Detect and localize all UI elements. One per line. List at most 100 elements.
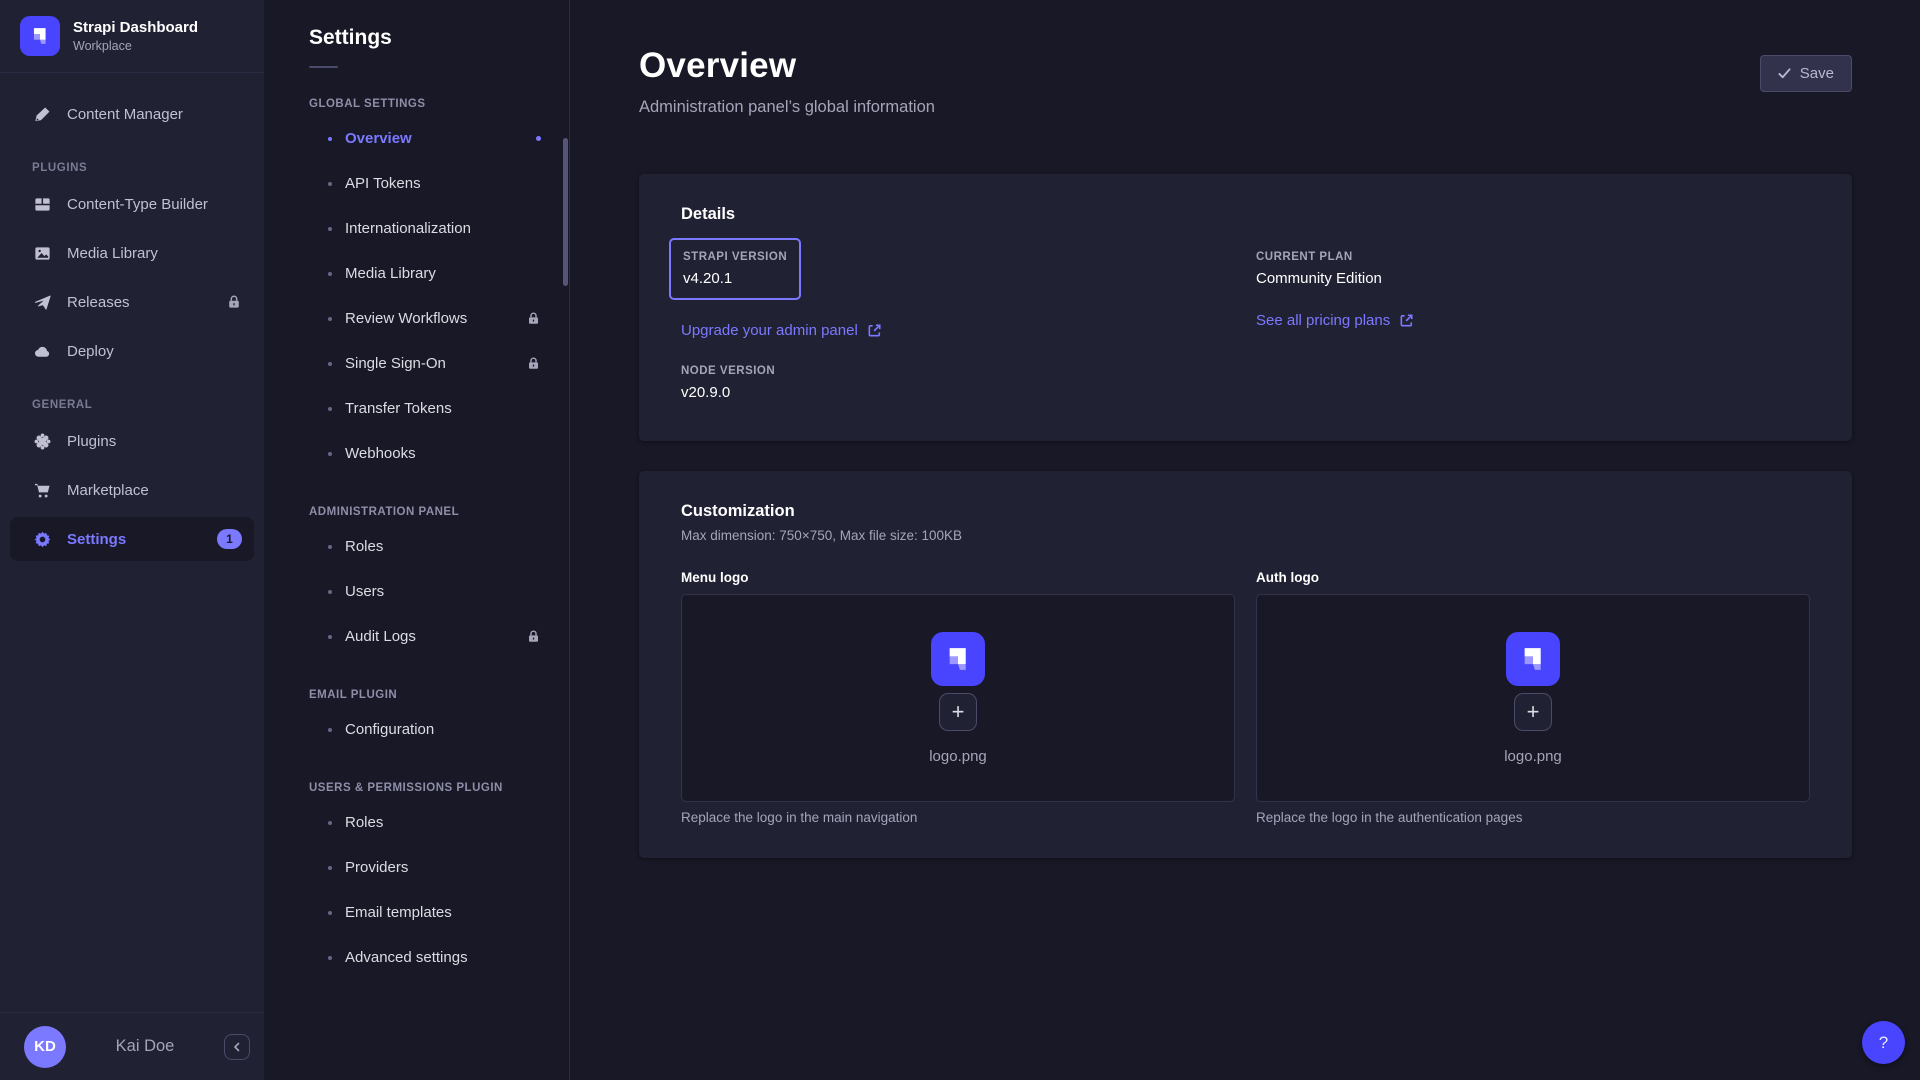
subnav-item-label: Transfer Tokens <box>345 400 541 417</box>
subnav-item-transfer-tokens[interactable]: Transfer Tokens <box>264 386 569 431</box>
strapi-logo-glyph <box>27 23 53 49</box>
bullet-icon <box>328 407 332 411</box>
sidebar-item-label: Content Manager <box>67 106 242 123</box>
auth-logo-upload-area[interactable]: + logo.png <box>1256 594 1810 802</box>
menu-logo-file-name: logo.png <box>929 748 987 765</box>
menu-logo-add-button[interactable]: + <box>939 693 977 731</box>
upgrade-link-label: Upgrade your admin panel <box>681 322 858 339</box>
workspace-brand[interactable]: Strapi Dashboard Workplace <box>0 0 264 72</box>
sidebar-item-content-manager[interactable]: Content Manager <box>10 92 254 136</box>
subnav-item-configuration[interactable]: Configuration <box>264 707 569 752</box>
current-plan-value: Community Edition <box>1256 270 1810 287</box>
subnav-item-webhooks[interactable]: Webhooks <box>264 431 569 476</box>
subnav-item-api-tokens[interactable]: API Tokens <box>264 161 569 206</box>
sidebar-item-label: Content-Type Builder <box>67 196 242 213</box>
subnav-item-label: Overview <box>345 130 536 147</box>
lock-icon <box>526 356 541 371</box>
subnav-item-providers[interactable]: Providers <box>264 845 569 890</box>
subnav-item-label: Advanced settings <box>345 949 541 966</box>
bullet-icon <box>328 182 332 186</box>
subnav-item-email-templates[interactable]: Email templates <box>264 890 569 935</box>
bullet-icon <box>328 227 332 231</box>
subnav-item-label: Roles <box>345 814 541 831</box>
subnav-item-internationalization[interactable]: Internationalization <box>264 206 569 251</box>
subnav-item-admin-roles[interactable]: Roles <box>264 524 569 569</box>
subnav-item-label: Media Library <box>345 265 541 282</box>
subnav-item-label: Review Workflows <box>345 310 526 327</box>
brand-subtitle: Workplace <box>73 39 198 53</box>
sidebar-item-releases[interactable]: Releases <box>10 280 254 324</box>
media-library-icon <box>32 243 52 263</box>
sidebar-item-marketplace[interactable]: Marketplace <box>10 468 254 512</box>
sidebar-section-header-general: GENERAL <box>32 399 264 411</box>
strapi-version-highlight-box: STRAPI VERSION v4.20.1 <box>669 238 801 300</box>
strapi-logo-icon <box>1506 632 1560 686</box>
settings-subnav: Settings GLOBAL SETTINGS Overview API To… <box>264 0 570 1080</box>
subnav-item-label: Configuration <box>345 721 541 738</box>
bullet-icon <box>328 545 332 549</box>
strapi-logo-icon <box>931 632 985 686</box>
subnav-item-review-workflows[interactable]: Review Workflows <box>264 296 569 341</box>
content-type-builder-icon <box>32 194 52 214</box>
subnav-item-audit-logs[interactable]: Audit Logs <box>264 614 569 659</box>
subnav-item-label: Providers <box>345 859 541 876</box>
deploy-cloud-icon <box>32 341 52 361</box>
subnav-section-administration-panel: ADMINISTRATION PANEL <box>309 506 569 518</box>
subnav-item-advanced-settings[interactable]: Advanced settings <box>264 935 569 980</box>
bullet-icon <box>328 362 332 366</box>
node-version-label: NODE VERSION <box>681 365 1256 377</box>
subnav-scrollbar-thumb[interactable] <box>563 138 568 286</box>
subnav-item-label: Roles <box>345 538 541 555</box>
subnav-section-email-plugin: EMAIL PLUGIN <box>309 689 569 701</box>
plus-icon: + <box>1527 701 1540 723</box>
user-avatar[interactable]: KD <box>24 1026 66 1068</box>
details-card: Details STRAPI VERSION v4.20.1 Upgrade y… <box>639 174 1852 441</box>
overview-notification-dot-icon <box>536 136 541 141</box>
question-mark-icon: ? <box>1879 1033 1888 1053</box>
bullet-icon <box>328 590 332 594</box>
sidebar-item-content-type-builder[interactable]: Content-Type Builder <box>10 182 254 226</box>
auth-logo-label: Auth logo <box>1256 570 1810 585</box>
user-name: Kai Doe <box>76 1037 214 1056</box>
bullet-icon <box>328 821 332 825</box>
strapi-logo-glyph <box>1515 641 1551 677</box>
lock-icon <box>526 311 541 326</box>
subnav-item-single-sign-on[interactable]: Single Sign-On <box>264 341 569 386</box>
help-button[interactable]: ? <box>1862 1021 1905 1064</box>
auth-logo-add-button[interactable]: + <box>1514 693 1552 731</box>
sidebar-item-label: Media Library <box>67 245 242 262</box>
subnav-item-label: Webhooks <box>345 445 541 462</box>
bullet-icon <box>328 911 332 915</box>
subnav-item-media-library[interactable]: Media Library <box>264 251 569 296</box>
pricing-plans-link[interactable]: See all pricing plans <box>1256 312 1414 329</box>
sidebar-item-label: Releases <box>67 294 211 311</box>
subnav-item-admin-users[interactable]: Users <box>264 569 569 614</box>
node-version-value: v20.9.0 <box>681 384 1256 401</box>
sidebar-item-media-library[interactable]: Media Library <box>10 231 254 275</box>
bullet-icon <box>328 866 332 870</box>
subnav-item-label: Single Sign-On <box>345 355 526 372</box>
subnav-item-label: Email templates <box>345 904 541 921</box>
subnav-item-up-roles[interactable]: Roles <box>264 800 569 845</box>
check-icon <box>1778 67 1791 80</box>
customization-card: Customization Max dimension: 750×750, Ma… <box>639 471 1852 858</box>
subnav-item-overview[interactable]: Overview <box>264 116 569 161</box>
sidebar-collapse-button[interactable] <box>224 1034 250 1060</box>
sidebar-nav: Content Manager PLUGINS Content-Type Bui… <box>0 73 264 1012</box>
auth-logo-hint: Replace the logo in the authentication p… <box>1256 810 1810 825</box>
plus-icon: + <box>952 701 965 723</box>
chevron-left-icon <box>232 1042 242 1052</box>
save-button[interactable]: Save <box>1760 55 1852 92</box>
sidebar-section-header-plugins: PLUGINS <box>32 162 264 174</box>
lock-icon <box>526 629 541 644</box>
sidebar-item-plugins[interactable]: Plugins <box>10 419 254 463</box>
subnav-section-global-settings: GLOBAL SETTINGS <box>309 98 569 110</box>
details-right-column: CURRENT PLAN Community Edition See all p… <box>1256 238 1810 401</box>
upgrade-admin-panel-link[interactable]: Upgrade your admin panel <box>681 322 882 339</box>
menu-logo-upload-area[interactable]: + logo.png <box>681 594 1235 802</box>
sidebar-item-deploy[interactable]: Deploy <box>10 329 254 373</box>
subnav-item-label: Users <box>345 583 541 600</box>
strapi-logo-icon <box>20 16 60 56</box>
sidebar-item-settings[interactable]: Settings 1 <box>10 517 254 561</box>
bullet-icon <box>328 272 332 276</box>
